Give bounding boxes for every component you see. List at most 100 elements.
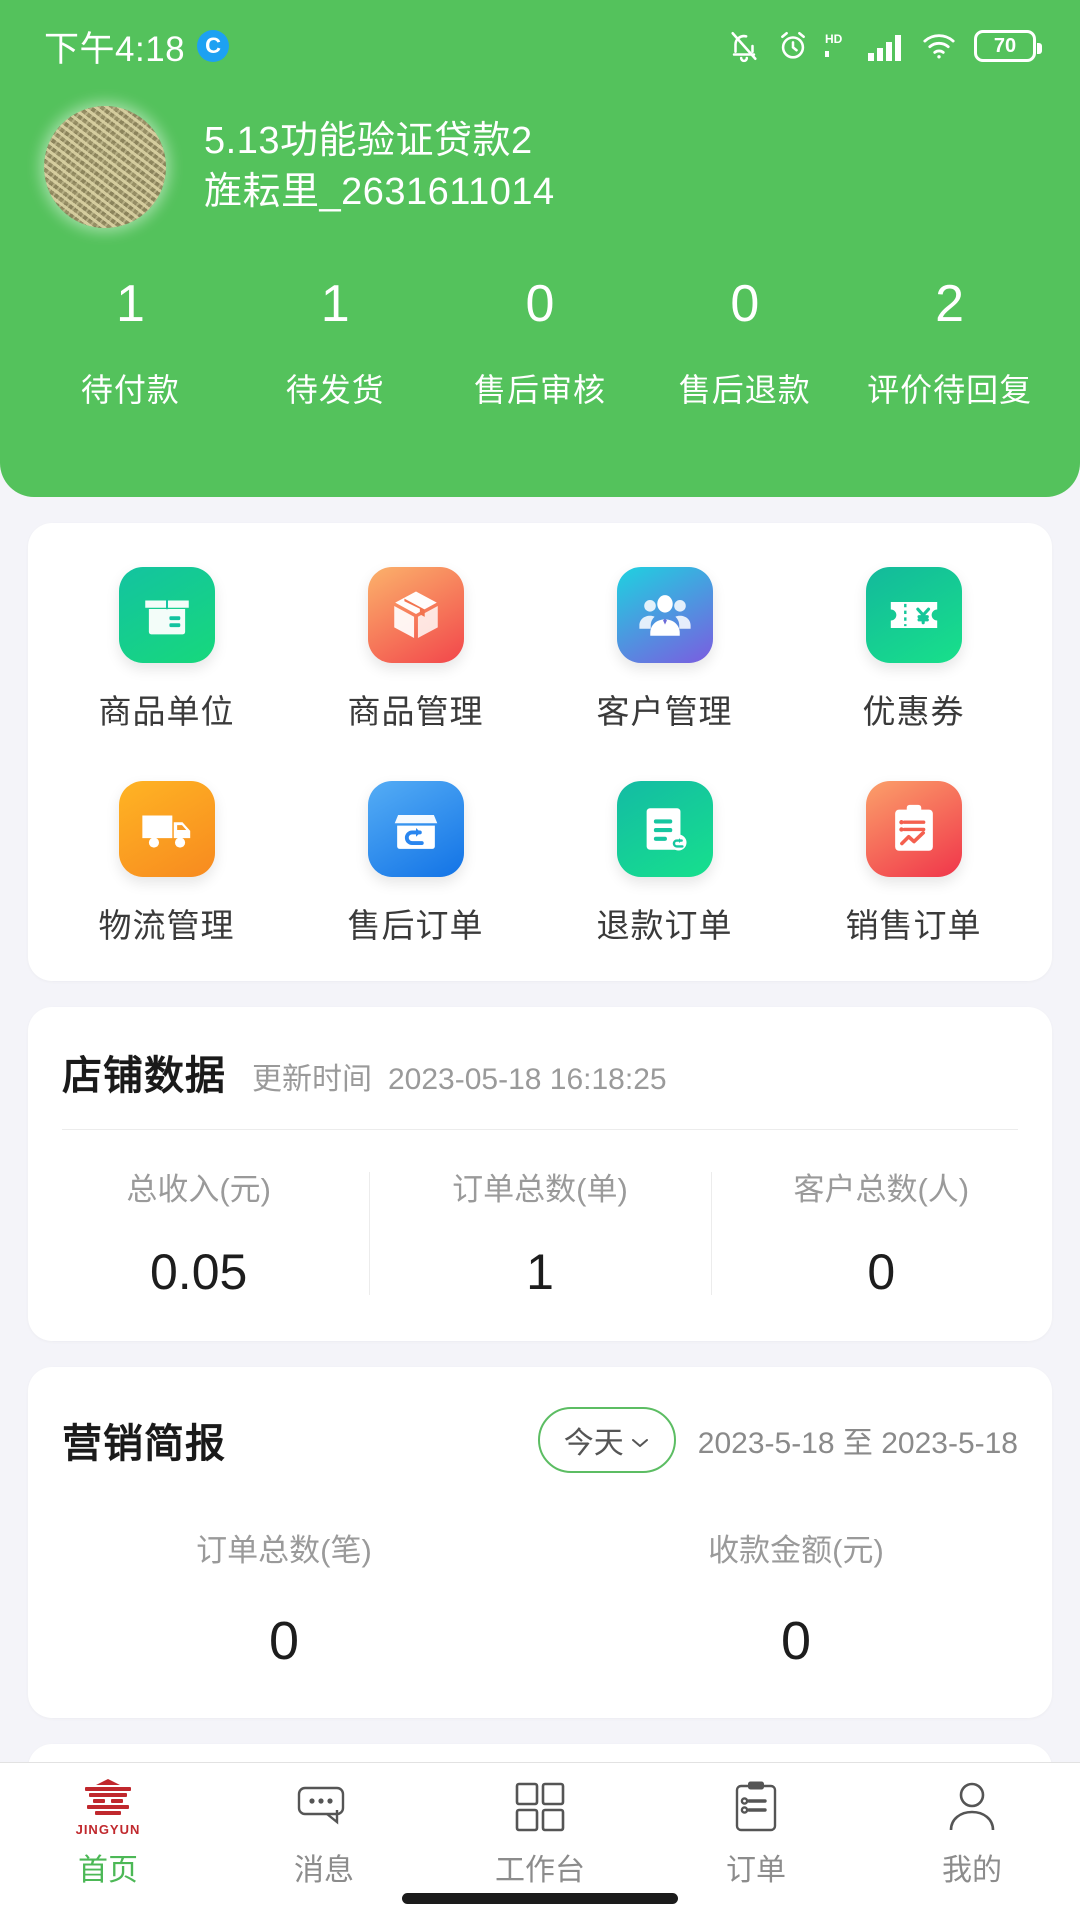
status-time: 下午4:18 — [44, 29, 186, 69]
product-unit-icon — [118, 567, 215, 663]
shop-id: 旌耘里_2631611014 — [204, 171, 555, 213]
stat-value: 0 — [525, 275, 555, 333]
main-content: 商品单位 商品管理 客户管理 优惠券 物流管理 售后订单 退款订单 销售订单 店… — [0, 497, 1080, 1864]
menu-item-refund-order[interactable]: 退款订单 — [540, 781, 789, 947]
metric-value: 0.05 — [150, 1244, 248, 1300]
bell-mute-icon — [727, 29, 761, 63]
quick-menu-row-1: 商品单位 商品管理 客户管理 优惠券 — [42, 567, 1038, 733]
metric-label: 订单总数(笔) — [196, 1533, 372, 1568]
refund-doc-icon — [616, 781, 713, 877]
bottom-tab-bar: JINGYUN 首页 消息 工作台 订单 我的 — [0, 1762, 1080, 1920]
status-bar-left: 下午4:18 C — [44, 21, 230, 72]
tab-workbench[interactable]: 工作台 — [432, 1777, 648, 1889]
menu-item-label: 退款订单 — [596, 907, 733, 944]
tab-messages[interactable]: 消息 — [216, 1777, 432, 1889]
shop-data-title: 店铺数据 — [62, 1054, 226, 1098]
jingyun-logo-icon: JINGYUN — [76, 1777, 141, 1837]
metric-received-amount: 收款金额(元) 0 — [540, 1525, 1052, 1672]
stat-label: 售后审核 — [473, 372, 606, 409]
menu-item-label: 客户管理 — [596, 693, 733, 730]
return-box-icon — [367, 781, 464, 877]
marketing-date-range: 2023-5-18 至 2023-5-18 — [697, 1427, 1018, 1460]
alarm-clock-icon — [776, 29, 810, 63]
metric-total-income: 总收入(元) 0.05 — [28, 1164, 369, 1301]
svg-text:HD: HD — [825, 32, 843, 46]
stat-aftersale-refund[interactable]: 0 售后退款 — [642, 275, 847, 411]
workbench-grid-icon — [514, 1777, 566, 1837]
chevron-down-icon — [630, 1423, 650, 1457]
marketing-title: 营销简报 — [62, 1422, 226, 1466]
metric-value: 0 — [780, 1611, 812, 1671]
metric-order-count: 订单总数(笔) 0 — [28, 1525, 540, 1672]
tab-orders[interactable]: 订单 — [648, 1777, 864, 1889]
shop-data-updated-label: 更新时间 — [252, 1063, 372, 1096]
period-dropdown[interactable]: 今天 — [537, 1407, 676, 1473]
signal-bars-icon — [866, 29, 904, 63]
app-badge-icon: C — [197, 30, 230, 62]
menu-item-label: 商品单位 — [98, 693, 235, 730]
battery-icon: 70 — [974, 30, 1042, 62]
menu-item-logistics[interactable]: 物流管理 — [42, 781, 291, 947]
metric-value: 1 — [526, 1244, 554, 1300]
shop-avatar[interactable] — [44, 106, 166, 228]
stat-aftersale-review[interactable]: 0 售后审核 — [438, 275, 643, 411]
stat-value: 0 — [730, 275, 760, 333]
metric-label: 订单总数(单) — [452, 1172, 628, 1207]
metric-total-orders: 订单总数(单) 1 — [369, 1164, 710, 1301]
menu-item-label: 物流管理 — [98, 907, 235, 944]
tab-profile[interactable]: 我的 — [864, 1777, 1080, 1889]
shop-data-card: 店铺数据 更新时间 2023-05-18 16:18:25 总收入(元) 0.0… — [28, 1007, 1052, 1341]
tab-label: 订单 — [726, 1854, 786, 1887]
metric-value: 0 — [268, 1611, 300, 1671]
stat-value: 1 — [115, 275, 145, 333]
quick-menu-row-2: 物流管理 售后订单 退款订单 销售订单 — [42, 781, 1038, 947]
menu-item-coupon[interactable]: 优惠券 — [789, 567, 1038, 733]
menu-item-aftersale-order[interactable]: 售后订单 — [291, 781, 540, 947]
metric-label: 客户总数(人) — [793, 1172, 970, 1207]
menu-item-label: 商品管理 — [347, 693, 484, 730]
hd-icon: HD — [825, 29, 851, 63]
home-indicator — [402, 1893, 678, 1904]
menu-item-label: 优惠券 — [862, 693, 965, 730]
profile-person-icon — [946, 1777, 998, 1837]
metric-total-customers: 客户总数(人) 0 — [710, 1164, 1052, 1301]
tab-label: 消息 — [294, 1854, 354, 1887]
battery-level: 70 — [993, 35, 1017, 57]
app-header: 下午4:18 C HD 70 5.13功能验证贷款2 旌耘里_263161101… — [0, 0, 1080, 497]
shop-data-header: 店铺数据 更新时间 2023-05-18 16:18:25 — [28, 1007, 1052, 1101]
tab-label: 工作台 — [495, 1854, 585, 1887]
stat-value: 2 — [935, 275, 965, 333]
stat-pending-shipment[interactable]: 1 待发货 — [233, 275, 438, 411]
shop-info: 5.13功能验证贷款2 旌耘里_2631611014 — [204, 116, 555, 217]
order-clipboard-icon — [732, 1777, 780, 1837]
coupon-icon — [865, 567, 962, 663]
tab-label: 我的 — [942, 1854, 1002, 1887]
marketing-metrics: 订单总数(笔) 0 收款金额(元) 0 — [28, 1473, 1052, 1718]
status-bar: 下午4:18 C HD 70 — [0, 0, 1080, 92]
shop-name: 5.13功能验证贷款2 — [204, 120, 533, 163]
menu-item-product-management[interactable]: 商品管理 — [291, 567, 540, 733]
shop-header-row[interactable]: 5.13功能验证贷款2 旌耘里_2631611014 — [0, 92, 1080, 228]
quick-menu-card: 商品单位 商品管理 客户管理 优惠券 物流管理 售后订单 退款订单 销售订单 — [28, 523, 1052, 981]
menu-item-sales-order[interactable]: 销售订单 — [789, 781, 1038, 947]
product-box-icon — [367, 567, 464, 663]
shop-data-updated-time: 2023-05-18 16:18:25 — [388, 1063, 667, 1096]
metric-label: 总收入(元) — [126, 1172, 271, 1207]
truck-icon — [118, 781, 215, 877]
tab-label: 首页 — [78, 1854, 138, 1887]
tab-home[interactable]: JINGYUN 首页 — [0, 1777, 216, 1889]
menu-item-label: 售后订单 — [347, 907, 484, 944]
menu-item-label: 销售订单 — [845, 907, 982, 944]
marketing-header: 营销简报 今天 2023-5-18 至 2023-5-18 — [28, 1367, 1052, 1473]
menu-item-product-unit[interactable]: 商品单位 — [42, 567, 291, 733]
stat-label: 待付款 — [80, 372, 180, 409]
customers-icon — [616, 567, 713, 663]
order-stats-row: 1 待付款 1 待发货 0 售后审核 0 售后退款 2 评价待回复 — [0, 228, 1080, 411]
shop-data-metrics: 总收入(元) 0.05 订单总数(单) 1 客户总数(人) 0 — [28, 1130, 1052, 1341]
menu-item-customer-management[interactable]: 客户管理 — [540, 567, 789, 733]
stat-pending-payment[interactable]: 1 待付款 — [28, 275, 233, 411]
status-bar-right: HD 70 — [727, 29, 1042, 63]
wifi-icon — [919, 29, 959, 63]
stat-label: 待发货 — [285, 372, 385, 409]
stat-review-reply[interactable]: 2 评价待回复 — [847, 275, 1052, 411]
